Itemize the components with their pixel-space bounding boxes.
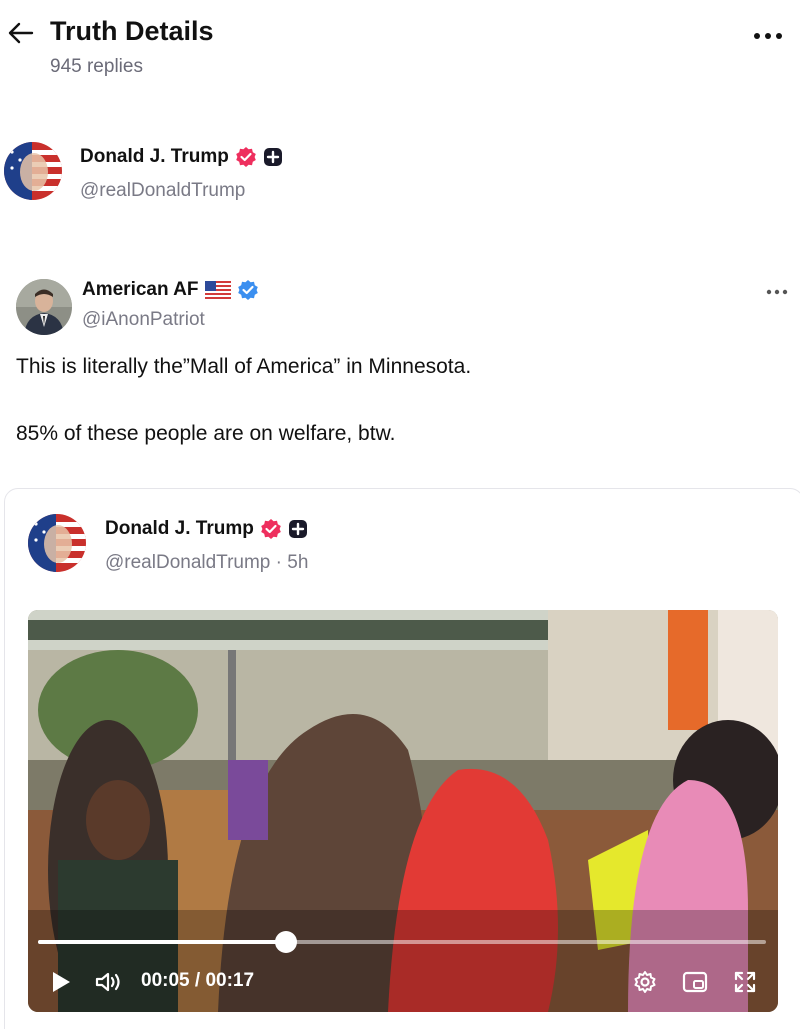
quote-timestamp[interactable]: 5h — [287, 552, 308, 573]
quote-avatar[interactable] — [28, 514, 86, 572]
post-more-button[interactable] — [762, 284, 792, 300]
post-author-name[interactable]: American AF — [82, 279, 199, 301]
reply-count: 945 replies — [50, 56, 143, 77]
plus-badge-icon — [263, 148, 282, 166]
post-text-line: 85% of these people are on welfare, btw. — [16, 422, 396, 445]
flag-portrait-avatar — [28, 514, 86, 572]
video-progress-fill — [38, 940, 286, 944]
picture-in-picture-button[interactable] — [678, 965, 712, 999]
post-text-line: This is literally the”Mall of America” i… — [16, 355, 472, 378]
author-handle[interactable]: @realDonaldTrump — [80, 180, 245, 202]
current-time: 00:05 — [141, 970, 190, 991]
duration: 00:17 — [205, 970, 255, 991]
video-time-display: 00:05 / 00:17 — [141, 970, 254, 992]
author-name-row: Donald J. Trump — [80, 146, 283, 168]
picture-in-picture-icon — [682, 971, 708, 993]
settings-icon — [634, 971, 656, 993]
more-icon — [754, 33, 782, 39]
volume-icon — [95, 972, 120, 992]
page-header: Truth Details 945 replies — [0, 0, 800, 90]
video-frame — [28, 610, 778, 1012]
volume-button[interactable] — [92, 965, 126, 999]
back-arrow-icon — [8, 22, 34, 44]
plus-badge-icon — [288, 520, 307, 538]
quote-author-handle[interactable]: @realDonaldTrump — [105, 552, 270, 573]
video-player[interactable]: 00:05 / 00:17 — [28, 610, 778, 1012]
verified-badge-icon — [261, 519, 281, 539]
flag-portrait-avatar — [4, 142, 62, 200]
author-avatar[interactable] — [4, 142, 62, 200]
more-icon — [766, 289, 788, 295]
post-name-row: American AF — [82, 279, 259, 301]
more-button[interactable] — [748, 22, 788, 50]
video-progress-bar[interactable] — [38, 931, 766, 953]
author-name[interactable]: Donald J. Trump — [80, 146, 229, 168]
post-author-handle[interactable]: @iAnonPatriot — [82, 309, 205, 331]
fullscreen-button[interactable] — [728, 965, 762, 999]
verified-badge-icon — [237, 280, 258, 300]
quote-handle-row: @realDonaldTrump · 5h — [105, 552, 308, 574]
time-separator: / — [194, 970, 201, 991]
back-button[interactable] — [6, 18, 36, 48]
fullscreen-icon — [734, 971, 756, 993]
play-button[interactable] — [44, 965, 78, 999]
man-in-suit-avatar — [16, 279, 72, 335]
play-icon — [53, 972, 70, 992]
video-scrubber-handle[interactable] — [274, 931, 297, 953]
page-title: Truth Details — [50, 16, 214, 46]
separator-dot: · — [275, 552, 288, 573]
quote-author-name[interactable]: Donald J. Trump — [105, 518, 254, 540]
post-avatar[interactable] — [16, 279, 72, 335]
settings-button[interactable] — [628, 965, 662, 999]
quote-name-row: Donald J. Trump — [105, 518, 308, 540]
verified-badge-icon — [236, 147, 256, 167]
us-flag-icon — [204, 281, 231, 299]
